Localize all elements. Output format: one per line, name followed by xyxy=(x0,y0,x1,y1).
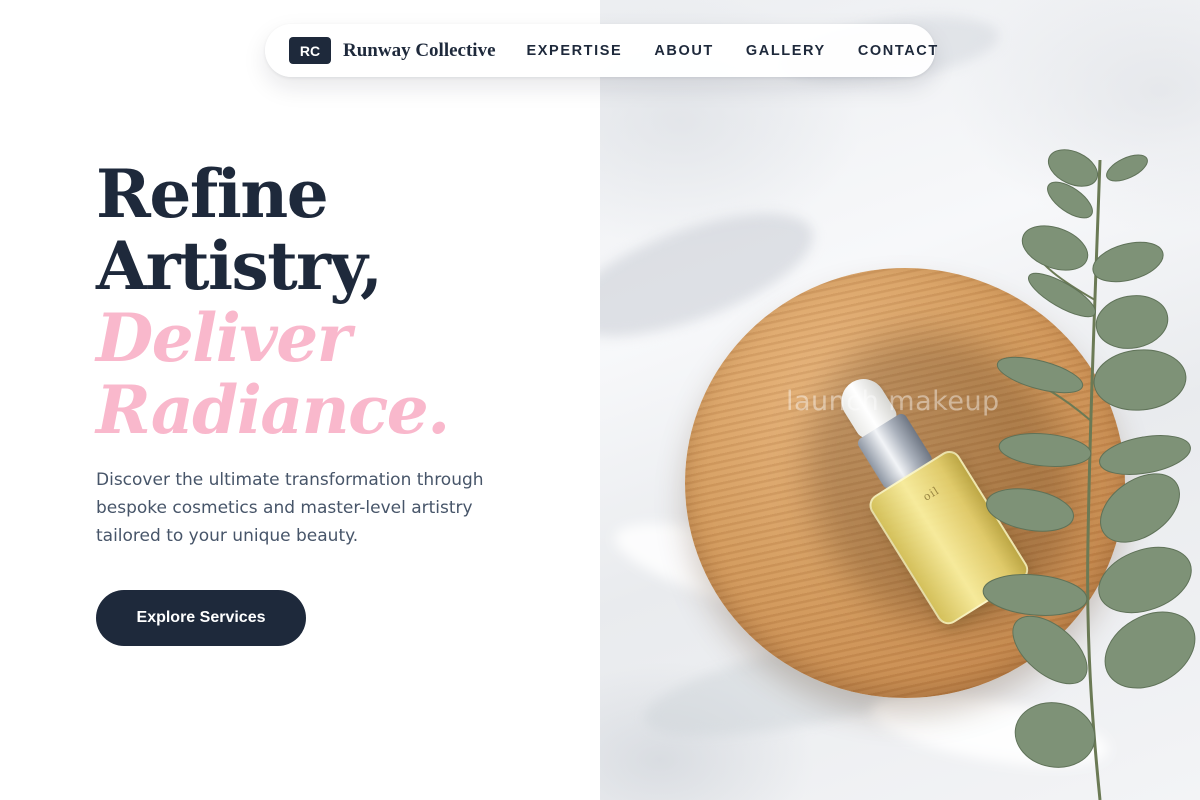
hero-description: Discover the ultimate transformation thr… xyxy=(96,470,484,546)
hero-image: oil launch makeup xyxy=(600,0,1200,800)
hero-headline: Refine Artistry, Deliver Radiance. xyxy=(96,155,450,449)
headline-accent-line: Radiance. xyxy=(96,371,450,449)
top-navigation: RC Runway Collective EXPERTISE ABOUT GAL… xyxy=(265,24,937,77)
headline-accent-line: Deliver xyxy=(96,299,351,377)
brand-name: Runway Collective xyxy=(343,39,496,61)
nav-link-gallery[interactable]: GALLERY xyxy=(746,43,826,59)
headline-line: Refine xyxy=(96,155,329,233)
nav-link-about[interactable]: ABOUT xyxy=(654,43,714,59)
nav-link-contact[interactable]: CONTACT xyxy=(858,43,939,59)
headline-line: Artistry, xyxy=(96,227,383,305)
explore-services-button[interactable]: Explore Services xyxy=(96,590,306,646)
image-watermark: launch makeup xyxy=(786,386,1000,417)
nav-links: EXPERTISE ABOUT GALLERY CONTACT xyxy=(527,43,939,59)
brand-mark: RC xyxy=(289,37,331,64)
brand-logo[interactable]: RC Runway Collective xyxy=(289,37,496,64)
nav-link-expertise[interactable]: EXPERTISE xyxy=(527,43,623,59)
